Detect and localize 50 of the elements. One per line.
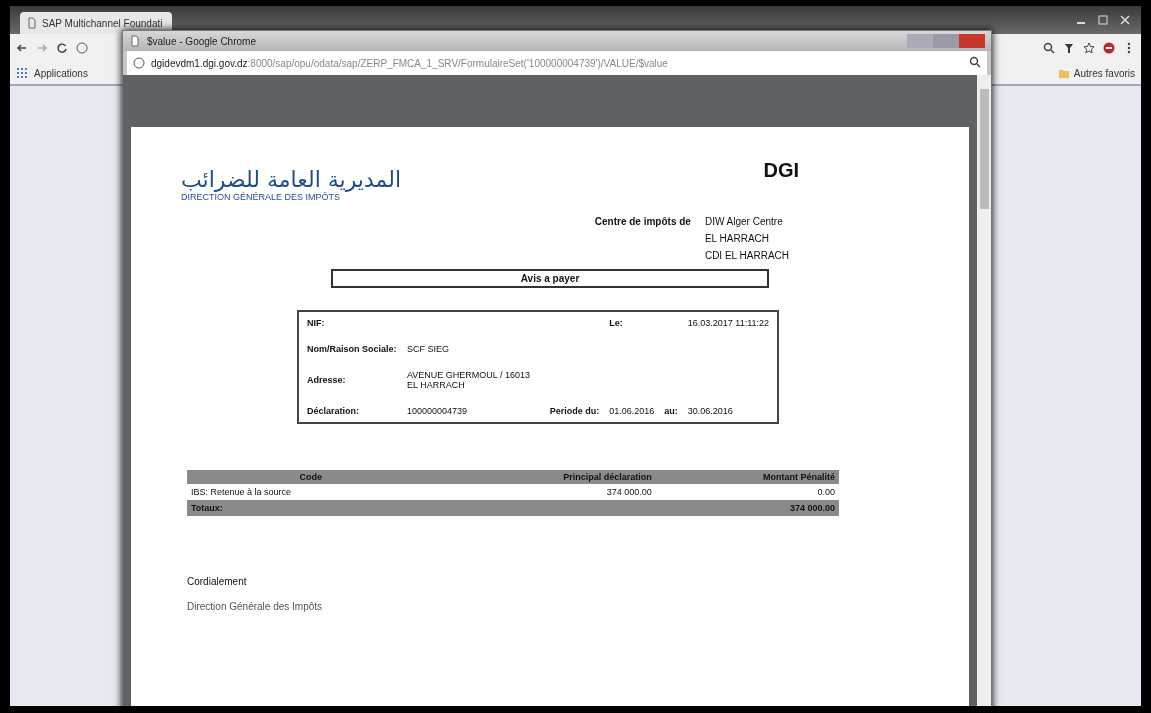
field-value: DIW Alger Centre bbox=[704, 216, 784, 227]
maximize-icon[interactable] bbox=[1097, 14, 1109, 26]
search-icon[interactable] bbox=[1043, 42, 1055, 54]
window-title: $value - Google Chrome bbox=[147, 35, 256, 47]
field-label: Le: bbox=[609, 318, 624, 328]
field-value: 16.03.2017 11:11:22 bbox=[687, 318, 769, 328]
total-label: Totaux: bbox=[187, 500, 435, 516]
reload-icon[interactable] bbox=[56, 42, 68, 54]
field-label: Déclaration: bbox=[307, 406, 360, 416]
field-value: SCF SIEG bbox=[407, 344, 450, 354]
info-icon[interactable] bbox=[76, 42, 88, 54]
table-cell: 374 000.00 bbox=[434, 484, 656, 500]
address-field[interactable]: dgidevdm1.dgi.gov.dz:8000/sap/opu/odata/sap/ZERP_FMCA_1_SRV/FormulaireSet('100000004739')/VALUE/$value bbox=[127, 51, 987, 75]
table-cell: 0.00 bbox=[655, 484, 839, 500]
table-cell: IBS: Retenue à la source bbox=[187, 484, 435, 500]
field-value: AVENUE GHERMOUL / 16013 EL HARRACH bbox=[407, 370, 532, 390]
close-icon[interactable] bbox=[1119, 14, 1131, 26]
field-label: Periode du: bbox=[549, 406, 600, 416]
apps-grid-icon[interactable] bbox=[16, 67, 28, 79]
closing-text: Cordialement bbox=[187, 576, 248, 587]
logo-arabic-text: المديرية العامة للضرائب bbox=[181, 167, 401, 192]
bookmark-link[interactable]: Autres favoris bbox=[1073, 67, 1135, 79]
field-value: 30.06.2016 bbox=[687, 406, 734, 416]
field-label: Centre de impôts de bbox=[594, 216, 691, 229]
funnel-icon[interactable] bbox=[1063, 42, 1075, 54]
scrollbar[interactable] bbox=[977, 75, 991, 706]
column-header: Montant Pénalité bbox=[655, 470, 839, 484]
search-icon[interactable] bbox=[969, 56, 981, 68]
bookmark-link[interactable]: Applications bbox=[34, 67, 88, 79]
column-header: Code bbox=[187, 470, 435, 484]
notice-title: Avis a payer bbox=[331, 269, 769, 288]
column-header: Principal déclaration bbox=[434, 470, 656, 484]
field-label: Nom/Raison Sociale: bbox=[307, 344, 397, 354]
document-heading: DGI bbox=[763, 159, 799, 183]
star-icon[interactable] bbox=[1083, 42, 1095, 54]
field-value: 100000004739 bbox=[407, 406, 469, 416]
field-label: Adresse: bbox=[307, 375, 347, 385]
signature-text: Direction Générale des Impôts bbox=[187, 601, 324, 612]
logo-subtitle: DIRECTION GÉNÉRALE DES IMPÔTS bbox=[181, 192, 342, 202]
field-value: 01.06.2016 bbox=[609, 406, 655, 416]
info-icon[interactable] bbox=[133, 57, 145, 69]
page-icon[interactable] bbox=[26, 17, 38, 29]
browser-tab[interactable]: SAP Multichannel Foundati bbox=[20, 12, 172, 34]
back-icon[interactable] bbox=[16, 42, 28, 54]
total-amount: 374 000.00 bbox=[655, 500, 839, 516]
field-label: NIF: bbox=[307, 318, 326, 328]
stop-icon[interactable] bbox=[1103, 42, 1115, 54]
field-value: CDI EL HARRACH bbox=[704, 250, 789, 261]
field-value: EL HARRACH bbox=[704, 233, 770, 244]
field-label: au: bbox=[664, 406, 678, 416]
